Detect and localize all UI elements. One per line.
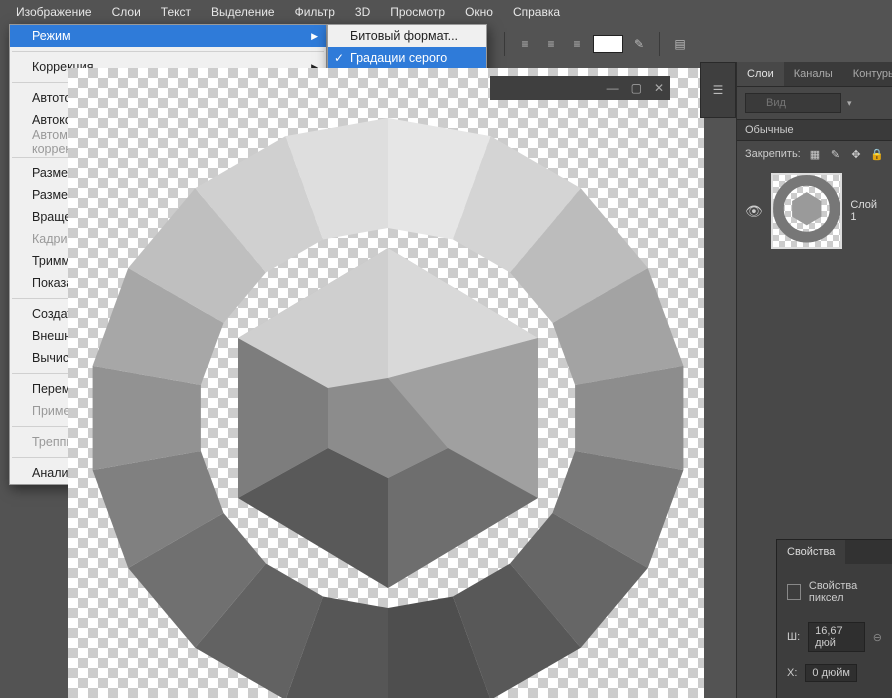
layer-filter-input[interactable]: [745, 93, 841, 113]
tab-channels[interactable]: Каналы: [784, 62, 843, 86]
properties-panel: Свойства Свойства пиксел Ш: 16,67 дюй ⊖ …: [776, 539, 892, 698]
menubar: Изображение Слои Текст Выделение Фильтр …: [0, 0, 892, 24]
canvas[interactable]: [68, 68, 704, 698]
lock-all-icon[interactable]: 🔒: [870, 147, 884, 161]
lock-row: Закрепить: ▦ ✎ ✥ 🔒: [737, 141, 892, 167]
layer-thumbnail[interactable]: [771, 173, 843, 249]
separator: [12, 51, 324, 52]
warp-text-icon[interactable]: ✎: [629, 34, 649, 54]
color-swatch[interactable]: [593, 35, 623, 53]
layers-panel-tabs: Слои Каналы Контуры: [737, 62, 892, 87]
tab-layers[interactable]: Слои: [737, 62, 784, 86]
artwork: [68, 68, 704, 698]
menu-layers[interactable]: Слои: [102, 1, 151, 23]
layer-filter-row: ▾: [737, 87, 892, 119]
menu-item-mode[interactable]: Режим: [10, 25, 326, 47]
mode-bitmap[interactable]: Битовый формат...: [328, 25, 486, 47]
layer-row[interactable]: 👁 Слой 1: [737, 167, 892, 255]
separator: [659, 32, 660, 56]
doc-minimize-icon[interactable]: —: [607, 81, 619, 95]
menu-window[interactable]: Окно: [455, 1, 503, 23]
align-left-icon[interactable]: ≡: [515, 34, 535, 54]
menu-view[interactable]: Просмотр: [380, 1, 455, 23]
lock-label: Закрепить:: [745, 148, 801, 160]
layers-panel: Слои Каналы Контуры ▾ Обычные Закрепить:…: [736, 62, 892, 698]
pixel-layer-icon: [787, 584, 801, 600]
doc-close-icon[interactable]: ✕: [654, 81, 664, 95]
lock-pixels-icon[interactable]: ▦: [809, 147, 822, 161]
visibility-eye-icon[interactable]: 👁: [745, 203, 763, 220]
menu-select[interactable]: Выделение: [201, 1, 285, 23]
x-value[interactable]: 0 дюйм: [805, 664, 857, 682]
layer-name[interactable]: Слой 1: [850, 199, 884, 223]
document-titlebar: — ▢ ✕: [490, 76, 670, 100]
panel-toggle-icon[interactable]: ▤: [670, 34, 690, 54]
align-right-icon[interactable]: ≡: [567, 34, 587, 54]
lock-position-icon[interactable]: ✥: [850, 147, 863, 161]
width-value[interactable]: 16,67 дюй: [808, 622, 865, 652]
blend-mode-select[interactable]: Обычные: [737, 119, 892, 141]
menu-image[interactable]: Изображение: [6, 1, 102, 23]
separator: [504, 32, 505, 56]
menu-filter[interactable]: Фильтр: [285, 1, 345, 23]
align-center-icon[interactable]: ≡: [541, 34, 561, 54]
link-icon[interactable]: ⊖: [873, 631, 882, 644]
width-label: Ш:: [787, 631, 800, 643]
x-label: X:: [787, 667, 797, 679]
menu-text[interactable]: Текст: [151, 1, 201, 23]
menu-3d[interactable]: 3D: [345, 1, 380, 23]
properties-title: Свойства пиксел: [809, 580, 882, 604]
doc-maximize-icon[interactable]: ▢: [631, 81, 642, 95]
tab-properties[interactable]: Свойства: [777, 540, 845, 564]
lock-brush-icon[interactable]: ✎: [829, 147, 842, 161]
options-bar: ≡ ≡ ≡ ✎ ▤: [500, 28, 690, 60]
mode-grayscale[interactable]: Градации серого: [328, 47, 486, 69]
menu-help[interactable]: Справка: [503, 1, 570, 23]
properties-header: Свойства пиксел: [787, 574, 882, 610]
chevron-down-icon[interactable]: ▾: [847, 98, 852, 109]
tab-paths[interactable]: Контуры: [843, 62, 892, 86]
properties-tabs: Свойства: [777, 540, 892, 564]
panel-icon-rail[interactable]: ☰: [700, 62, 736, 118]
